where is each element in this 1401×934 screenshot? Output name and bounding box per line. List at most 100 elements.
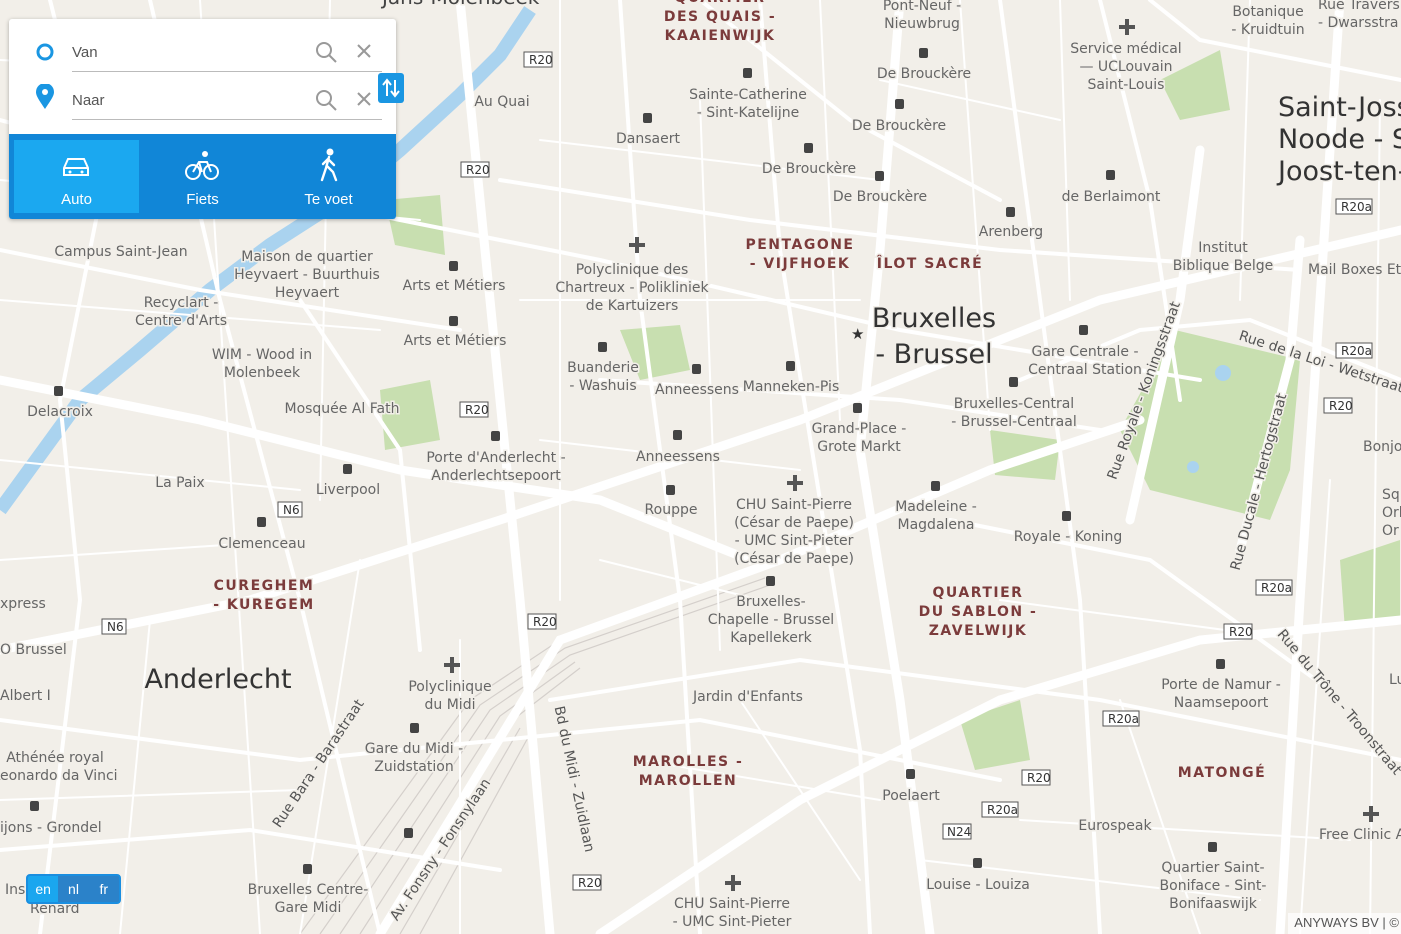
transit-stop-label: Arts et Métiers bbox=[403, 278, 506, 294]
bus-stop-icon bbox=[895, 99, 904, 109]
road-shield: R20 bbox=[1021, 769, 1051, 786]
bus-stop-icon bbox=[666, 485, 675, 495]
bus-stop-icon bbox=[804, 143, 813, 153]
search-icon[interactable] bbox=[314, 40, 338, 64]
capital-star-icon: ★ bbox=[851, 326, 864, 343]
search-icon[interactable] bbox=[314, 88, 338, 112]
svg-text:R20a: R20a bbox=[987, 803, 1018, 817]
road-shield: N6 bbox=[277, 501, 303, 518]
mode-bicycle-button[interactable]: Fiets bbox=[140, 140, 265, 213]
car-icon bbox=[63, 158, 89, 176]
bus-stop-icon bbox=[257, 517, 266, 527]
edge-label: Jans-Molenbeek bbox=[380, 0, 540, 9]
transit-stop-label: Poelaert bbox=[882, 788, 940, 804]
edge-label: Bonjo bbox=[1363, 439, 1401, 455]
destination-pin-icon bbox=[36, 84, 54, 109]
pedestrian-icon bbox=[320, 148, 338, 182]
swap-button[interactable] bbox=[378, 73, 404, 103]
bus-stop-icon bbox=[906, 769, 915, 779]
edge-label: SqOrbOr bbox=[1382, 487, 1401, 539]
poi-label: Jardin d'Enfants bbox=[692, 689, 803, 705]
bus-stop-icon bbox=[853, 403, 862, 413]
bus-stop-icon bbox=[786, 361, 795, 371]
bus-stop-icon bbox=[449, 261, 458, 271]
bus-stop-icon bbox=[303, 864, 312, 874]
bus-stop-icon bbox=[673, 430, 682, 440]
mode-bicycle-label: Fiets bbox=[186, 191, 219, 208]
edge-label: xpress bbox=[0, 596, 46, 612]
bus-stop-icon bbox=[54, 386, 63, 396]
transit-stop-label: Au Quai bbox=[474, 94, 529, 110]
mode-car-label: Auto bbox=[61, 191, 92, 208]
bus-stop-icon bbox=[931, 481, 940, 491]
edge-label: Lu bbox=[1389, 672, 1401, 688]
transit-stop-label: Liverpool bbox=[316, 482, 380, 498]
mode-car-button[interactable]: Auto bbox=[14, 140, 139, 213]
district-label: Anderlecht bbox=[144, 664, 291, 695]
road-shield: R20a bbox=[981, 801, 1019, 818]
road-shield: R20 bbox=[460, 161, 490, 178]
bus-stop-icon bbox=[1216, 659, 1225, 669]
transit-stop-label: Rouppe bbox=[645, 502, 698, 518]
lang-en-button[interactable]: en bbox=[28, 876, 59, 902]
road-shield: R20 bbox=[1323, 397, 1353, 414]
poi-label: Pont-Neuf -Nieuwbrug bbox=[883, 0, 961, 32]
neighbourhood-label: QUARTIER DU SABLON -ZAVELWIJK bbox=[919, 585, 1038, 639]
transit-stop-label: La Paix bbox=[155, 475, 204, 491]
close-icon[interactable] bbox=[355, 42, 373, 60]
bus-stop-icon bbox=[410, 723, 419, 733]
route-panel: Van Naar Auto Fiets Te voet bbox=[9, 19, 404, 219]
bus-stop-icon bbox=[1006, 207, 1015, 217]
svg-text:R20: R20 bbox=[578, 876, 602, 890]
transit-stop-label: Anneessens bbox=[655, 382, 739, 398]
lang-nl-button[interactable]: nl bbox=[58, 876, 89, 902]
transit-stop-label: Royale - Koning bbox=[1014, 529, 1123, 545]
svg-text:N6: N6 bbox=[283, 503, 300, 517]
district-label: Saint-Josse-Noode - SJoost-ten-N bbox=[1276, 92, 1401, 187]
transit-stop-label: Clemenceau bbox=[218, 536, 305, 552]
bicycle-icon bbox=[185, 151, 219, 180]
bus-stop-icon bbox=[1208, 842, 1217, 852]
bus-stop-icon bbox=[343, 464, 352, 474]
swap-arrows-icon bbox=[382, 78, 400, 98]
attribution[interactable]: ANYWAYS BV | © bbox=[1288, 913, 1401, 934]
mode-walk-button[interactable]: Te voet bbox=[266, 140, 391, 213]
origin-circle-icon bbox=[36, 43, 54, 61]
edge-label: Albert I bbox=[0, 688, 51, 704]
road-shield: R20 bbox=[527, 613, 557, 630]
poi-label: Free Clinic A bbox=[1319, 827, 1401, 843]
bus-stop-icon bbox=[449, 316, 458, 326]
transit-stop-label: Arts et Métiers bbox=[404, 333, 507, 349]
transit-stop-label: De Brouckère bbox=[833, 189, 927, 205]
lang-fr-button[interactable]: fr bbox=[88, 876, 119, 902]
svg-text:R20: R20 bbox=[1329, 399, 1353, 413]
transit-stop-label: Delacroix bbox=[27, 404, 93, 420]
road-shield: R20a bbox=[1102, 710, 1140, 727]
poi-label: Campus Saint-Jean bbox=[54, 244, 187, 260]
close-icon[interactable] bbox=[355, 90, 373, 108]
road-shield: R20 bbox=[1223, 623, 1253, 640]
bus-stop-icon bbox=[692, 364, 701, 374]
transit-stop-label: Louise - Louiza bbox=[926, 877, 1030, 893]
bus-stop-icon bbox=[1106, 170, 1115, 180]
to-placeholder: Naar bbox=[72, 92, 105, 109]
bus-stop-icon bbox=[973, 858, 982, 868]
transit-stop-label: Dansaert bbox=[616, 131, 680, 147]
edge-label: ijons - Grondel bbox=[0, 820, 102, 836]
svg-text:R20: R20 bbox=[533, 615, 557, 629]
transit-stop-label: De Brouckère bbox=[852, 118, 946, 134]
transit-stop-label: Arenberg bbox=[979, 224, 1043, 240]
bus-stop-icon bbox=[1062, 511, 1071, 521]
svg-text:R20a: R20a bbox=[1341, 200, 1372, 214]
edge-label: Ins bbox=[5, 882, 25, 898]
svg-text:R20: R20 bbox=[1229, 625, 1253, 639]
bus-stop-icon bbox=[766, 576, 775, 586]
road-shield: R20 bbox=[523, 51, 553, 68]
to-field[interactable]: Naar bbox=[9, 72, 396, 120]
svg-text:R20: R20 bbox=[465, 403, 489, 417]
svg-text:R20: R20 bbox=[529, 53, 553, 67]
transit-stop-label: de Berlaimont bbox=[1062, 189, 1161, 205]
transit-stop-label: De Brouckère bbox=[877, 66, 971, 82]
from-field[interactable]: Van bbox=[9, 24, 396, 72]
bus-stop-icon bbox=[1009, 377, 1018, 387]
